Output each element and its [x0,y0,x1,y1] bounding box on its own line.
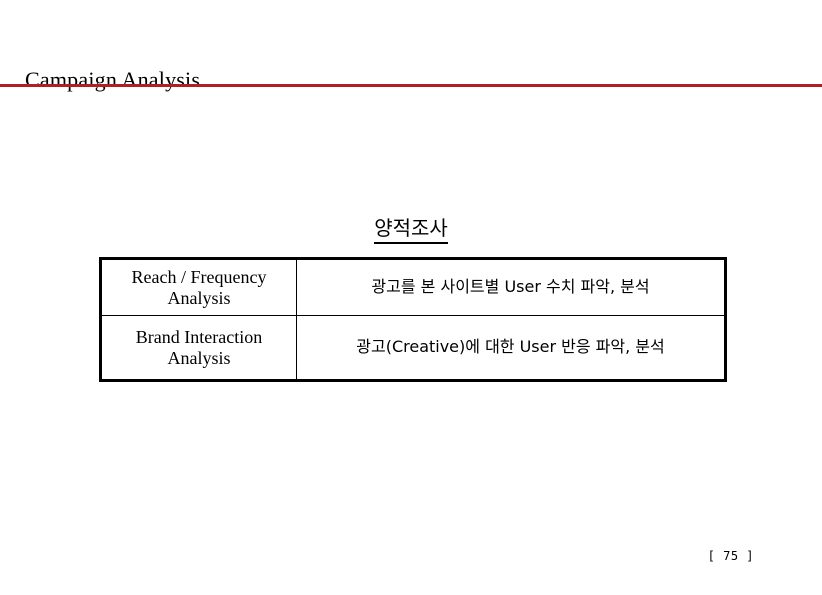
section-header: 양적조사 [0,216,822,244]
table-row: Reach / Frequency Analysis 광고를 본 사이트별 Us… [100,258,726,316]
table-cell-description: 광고를 본 사이트별 User 수치 파악, 분석 [296,258,726,316]
table-cell-description: 광고(Creative)에 대한 User 반응 파악, 분석 [296,315,726,381]
section-header-label: 양적조사 [374,216,448,244]
analysis-table: Reach / Frequency Analysis 광고를 본 사이트별 Us… [99,257,727,382]
page-title: Campaign Analysis [25,66,201,92]
table-cell-label: Reach / Frequency Analysis [100,258,297,316]
page-number: [ 75 ] [707,549,754,563]
table-body: Reach / Frequency Analysis 광고를 본 사이트별 Us… [100,258,726,381]
table-row: Brand Interaction Analysis 광고(Creative)에… [100,315,726,381]
title-divider-rule [0,84,822,87]
slide-canvas: Campaign Analysis 양적조사 Reach / Frequency… [0,0,822,595]
table-cell-label: Brand Interaction Analysis [100,315,297,381]
